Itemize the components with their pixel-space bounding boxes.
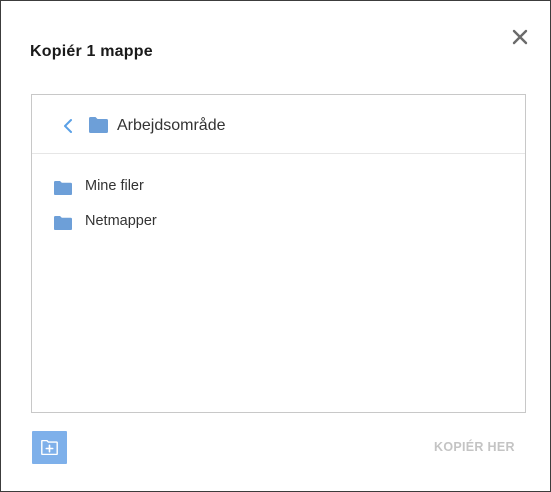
list-item-label: Mine filer bbox=[85, 178, 144, 194]
close-button[interactable] bbox=[508, 25, 532, 49]
folder-icon bbox=[54, 216, 72, 230]
copy-dialog: Kopiér 1 mappe Arbejdsområde Mine filer bbox=[0, 0, 551, 492]
back-button[interactable] bbox=[60, 117, 76, 135]
new-folder-button[interactable] bbox=[32, 431, 67, 464]
list-item[interactable]: Mine filer bbox=[32, 171, 525, 201]
close-icon bbox=[512, 29, 528, 45]
folder-icon bbox=[89, 117, 108, 133]
list-item[interactable]: Netmapper bbox=[32, 206, 525, 236]
list-item-label: Netmapper bbox=[85, 213, 157, 229]
browser-header: Arbejdsområde bbox=[32, 95, 525, 154]
dialog-title: Kopiér 1 mappe bbox=[30, 43, 153, 60]
folder-browser: Arbejdsområde Mine filer Netmapper bbox=[31, 94, 526, 413]
copy-here-button[interactable]: KOPIÉR HER bbox=[434, 440, 515, 454]
chevron-left-icon bbox=[64, 119, 72, 133]
new-folder-icon bbox=[41, 440, 58, 455]
folder-icon bbox=[54, 181, 72, 195]
current-folder-label: Arbejdsområde bbox=[117, 117, 226, 134]
